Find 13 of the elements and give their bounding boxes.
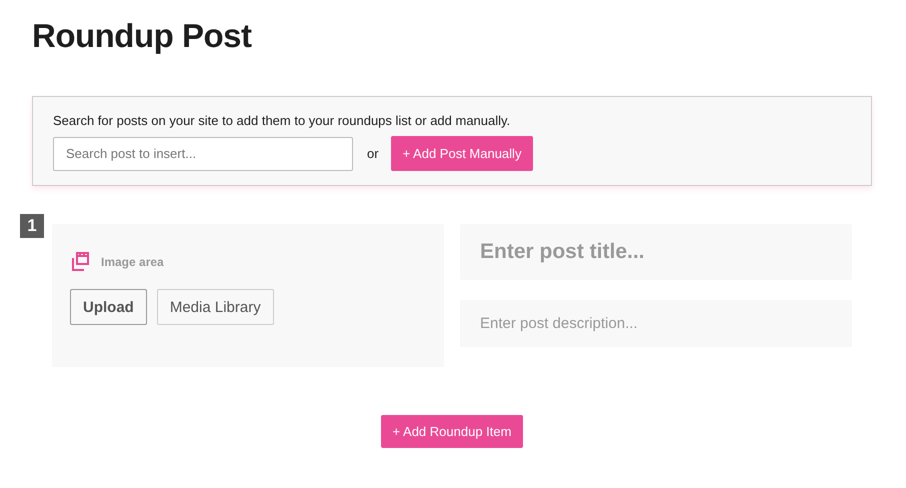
- post-description-field[interactable]: Enter post description...: [460, 300, 852, 347]
- search-field[interactable]: Search post to insert...: [53, 136, 353, 170]
- post-title-field[interactable]: Enter post title...: [460, 224, 852, 280]
- or-text: or: [367, 146, 379, 161]
- images-icon: [70, 252, 90, 272]
- add-roundup-item-button[interactable]: + Add Roundup Item: [380, 415, 524, 448]
- image-area-label: Image area: [101, 255, 164, 269]
- media-library-button[interactable]: Media Library: [156, 289, 274, 325]
- intro-text: Search for posts on your site to add them to your roundups list or add manually.: [53, 113, 512, 128]
- upload-button[interactable]: Upload: [70, 289, 147, 325]
- add-post-manually-button[interactable]: + Add Post Manually: [390, 136, 534, 171]
- item-number: 1: [20, 214, 44, 238]
- page-title: Roundup Post: [32, 16, 253, 56]
